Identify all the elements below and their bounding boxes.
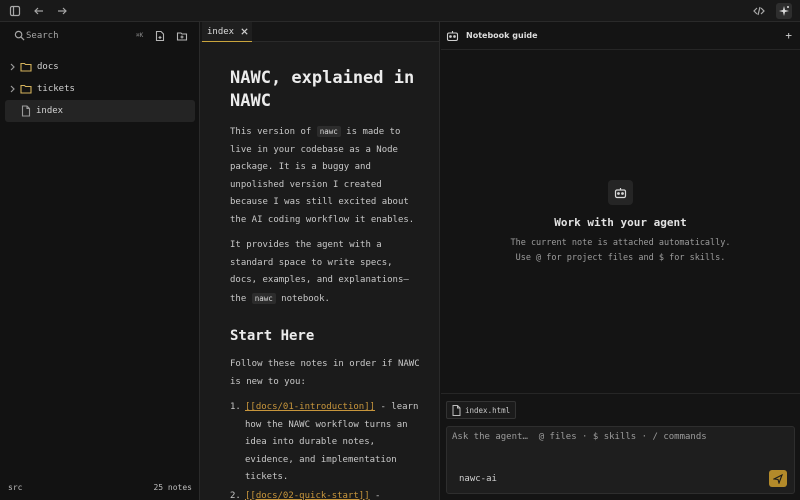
search-row: ⌘K <box>0 22 200 50</box>
attachment-label: index.html <box>465 405 511 415</box>
composer-box: nawc-ai <box>446 426 795 494</box>
forward-arrow-icon[interactable] <box>54 3 70 19</box>
search-icon <box>14 30 25 41</box>
empty-state-subtitle: The current note is attached automatical… <box>510 238 731 248</box>
note-title: NAWC, explained in NAWC <box>230 68 415 111</box>
file-icon <box>452 404 461 416</box>
model-selector[interactable]: nawc-ai <box>459 474 497 484</box>
paragraph: It provides the agent with a standard sp… <box>230 240 409 304</box>
robot-icon <box>446 31 459 42</box>
section-heading: Start Here <box>230 328 315 344</box>
attachment-chip[interactable]: index.html <box>446 401 517 419</box>
search-input[interactable] <box>26 28 116 44</box>
robot-icon <box>614 187 627 198</box>
list-item: 2. [[docs/02-quick-start]] - <box>230 490 381 500</box>
list-item: 1. [[docs/01-introduction]] - learn how t… <box>230 402 419 482</box>
tab-strip: index <box>200 22 439 42</box>
agent-placeholder-icon-box <box>608 180 633 205</box>
close-icon[interactable] <box>240 27 249 36</box>
file-tree: docs tickets index <box>0 56 200 122</box>
code-view-icon[interactable] <box>751 3 767 19</box>
back-arrow-icon[interactable] <box>31 3 47 19</box>
folder-icon <box>20 62 32 72</box>
empty-state-subtitle: Use @ for project files and $ for skills… <box>515 253 726 263</box>
sidebar-footer: src 25 notes <box>0 476 200 500</box>
paragraph: Follow these notes in order if NAWC is n… <box>230 359 420 387</box>
sparkle-agent-icon[interactable] <box>776 3 792 19</box>
footer-root-folder: src <box>8 483 23 492</box>
tree-item-label: docs <box>37 62 59 72</box>
inline-code: nawc <box>251 292 276 304</box>
tree-item-label: index <box>36 106 64 116</box>
tree-item-docs[interactable]: docs <box>5 56 195 78</box>
send-button[interactable] <box>769 470 787 487</box>
wiki-link[interactable]: [[docs/02-quick-start]] <box>245 491 370 500</box>
send-icon <box>773 473 783 484</box>
folder-icon <box>20 84 32 94</box>
file-icon <box>21 105 31 117</box>
tree-item-tickets[interactable]: tickets <box>5 78 195 100</box>
paragraph: This version of nawc is made to live in … <box>230 126 415 225</box>
wiki-link[interactable]: [[docs/01-introduction]] <box>245 402 375 412</box>
tree-item-label: tickets <box>37 84 75 94</box>
notebook-guide-panel: Notebook guide + Work with your agent Th… <box>441 22 800 500</box>
new-note-icon[interactable] <box>154 30 166 42</box>
guide-title: Notebook guide <box>466 31 538 40</box>
empty-state-title: Work with your agent <box>554 216 687 229</box>
chat-composer-area: index.html nawc-ai <box>441 393 800 500</box>
search-shortcut: ⌘K <box>136 32 144 39</box>
tab-label: index <box>207 26 235 37</box>
tree-item-index[interactable]: index <box>5 100 195 122</box>
file-sidebar: ⌘K docs tickets index src 25 notes <box>0 22 200 500</box>
chevron-right-icon <box>10 63 15 71</box>
agent-prompt-input[interactable] <box>452 432 782 452</box>
new-folder-icon[interactable] <box>176 30 188 42</box>
inline-code: nawc <box>316 126 341 137</box>
guide-header: Notebook guide + <box>441 22 800 50</box>
new-chat-button[interactable]: + <box>785 29 792 42</box>
tab-index[interactable]: index <box>202 22 252 42</box>
note-content: NAWC, explained in NAWC This version of … <box>230 67 420 500</box>
footer-note-count: 25 notes <box>153 483 192 492</box>
top-bar <box>0 0 800 22</box>
chevron-right-icon <box>10 85 15 93</box>
sidebar-toggle-icon[interactable] <box>7 3 23 19</box>
ordered-list: 1. [[docs/01-introduction]] - learn how t… <box>230 399 420 500</box>
note-editor: index NAWC, explained in NAWC This versi… <box>200 22 440 500</box>
